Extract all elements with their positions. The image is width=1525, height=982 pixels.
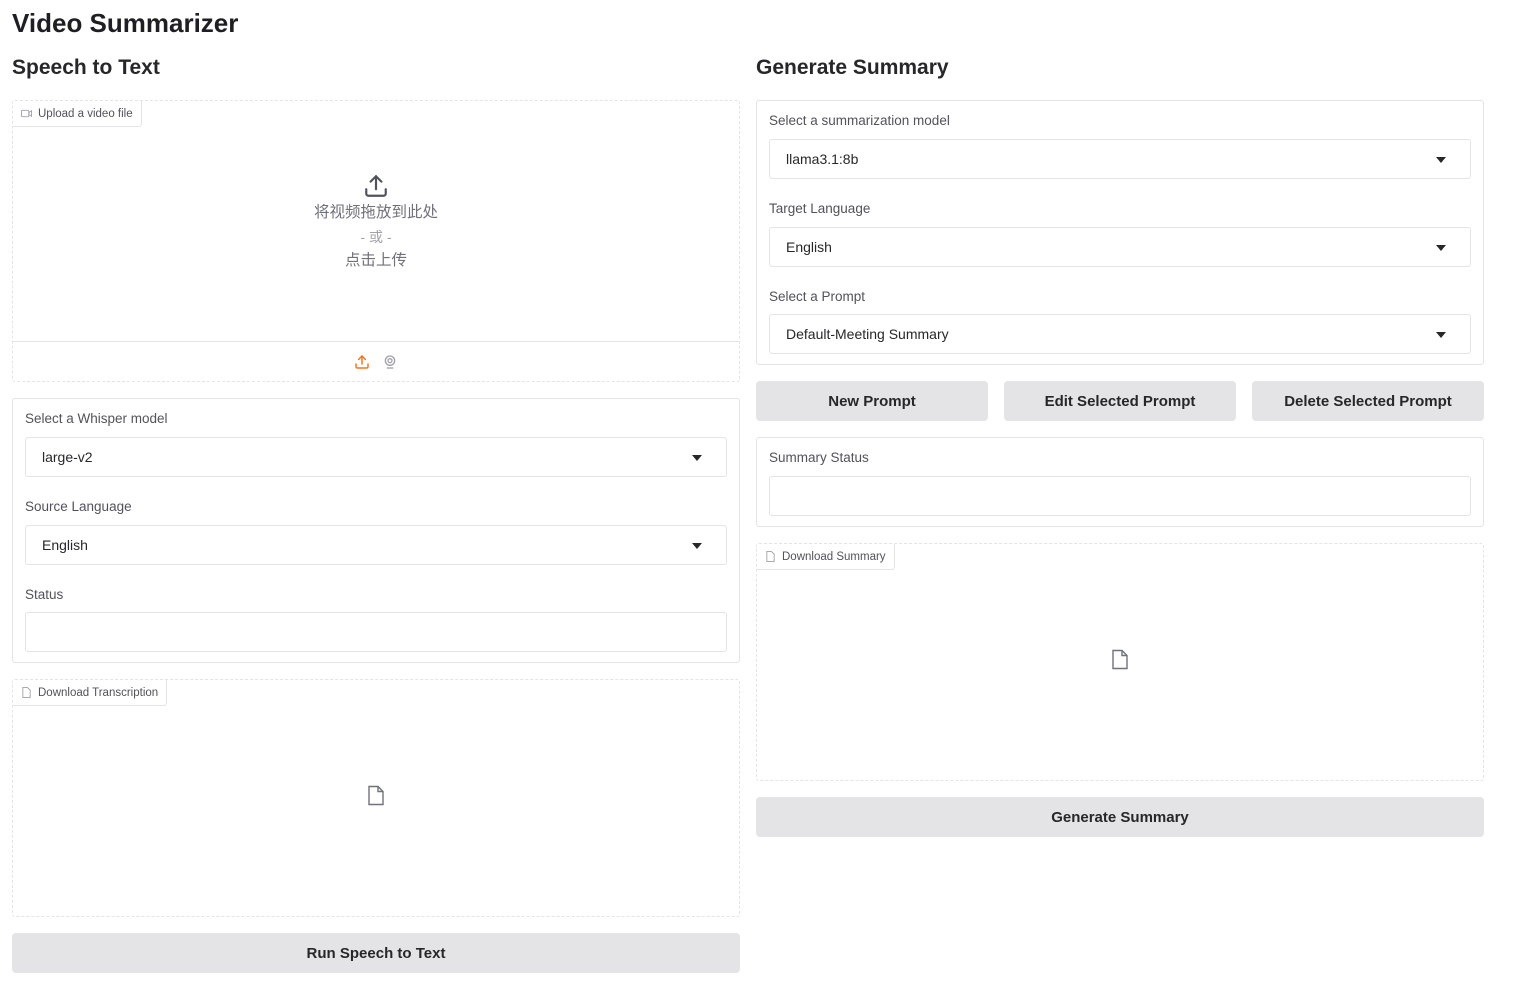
summary-settings-panel: Select a summarization model llama3.1:8b… [756,100,1484,365]
file-icon [1112,649,1128,670]
upload-icon [365,175,387,197]
video-icon [21,109,32,118]
download-transcription-tag: Download Transcription [13,680,168,706]
whisper-model-label: Select a Whisper model [25,411,168,426]
summary-status-panel: Summary Status [756,437,1484,527]
chevron-down-icon [1436,245,1446,251]
generate-summary-button[interactable]: Generate Summary [756,797,1484,837]
file-icon [766,551,775,562]
download-transcription-label: Download Transcription [38,686,159,699]
run-speech-to-text-button[interactable]: Run Speech to Text [12,933,740,973]
file-placeholder [367,785,385,811]
upload-source-bar [13,341,739,381]
target-language-value: English [786,239,832,255]
source-language-value: English [42,537,88,553]
webcam-icon[interactable] [382,354,398,370]
status-textbox[interactable] [25,612,727,652]
chevron-down-icon [692,455,702,461]
or-text: - 或 - [360,229,392,245]
drop-text: 将视频拖放到此处 [313,204,438,221]
file-icon [22,687,31,698]
status-label: Status [25,587,64,602]
download-summary-area: Download Summary [756,543,1484,781]
summarization-model-value: llama3.1:8b [786,151,859,167]
new-prompt-button[interactable]: New Prompt [756,381,988,421]
summarization-model-select[interactable]: llama3.1:8b [769,139,1471,179]
chevron-down-icon [1436,332,1446,338]
speech-to-text-heading: Speech to Text [12,56,160,79]
download-summary-label: Download Summary [782,550,886,563]
video-upload-area[interactable]: Upload a video file 将视频拖放到此处 - 或 - 点击上传 [12,100,740,382]
target-language-label: Target Language [769,201,871,216]
download-summary-tag: Download Summary [757,544,895,570]
source-language-label: Source Language [25,499,132,514]
summary-status-textbox[interactable] [769,476,1471,516]
app-title: Video Summarizer [12,8,239,38]
chevron-down-icon [692,543,702,549]
delete-prompt-button[interactable]: Delete Selected Prompt [1252,381,1484,421]
source-language-select[interactable]: English [25,525,727,565]
target-language-select[interactable]: English [769,227,1471,267]
prompt-select[interactable]: Default-Meeting Summary [769,314,1471,354]
edit-prompt-button[interactable]: Edit Selected Prompt [1004,381,1236,421]
prompt-label: Select a Prompt [769,289,866,304]
download-transcription-area: Download Transcription [12,679,740,917]
upload-tag-label: Upload a video file [38,107,133,120]
whisper-model-value: large-v2 [42,449,93,465]
upload-icon[interactable] [354,354,370,370]
upload-tag: Upload a video file [13,101,142,127]
chevron-down-icon [1436,157,1446,163]
generate-summary-heading: Generate Summary [756,56,949,79]
file-icon [368,785,384,806]
prompt-value: Default-Meeting Summary [786,326,949,342]
upload-drop-zone[interactable]: 将视频拖放到此处 - 或 - 点击上传 [13,173,739,273]
summarization-model-label: Select a summarization model [769,113,950,128]
summary-status-label: Summary Status [769,450,869,465]
click-upload-text: 点击上传 [344,252,407,269]
file-placeholder [1111,649,1129,675]
whisper-settings-panel: Select a Whisper model large-v2 Source L… [12,398,740,663]
whisper-model-select[interactable]: large-v2 [25,437,727,477]
